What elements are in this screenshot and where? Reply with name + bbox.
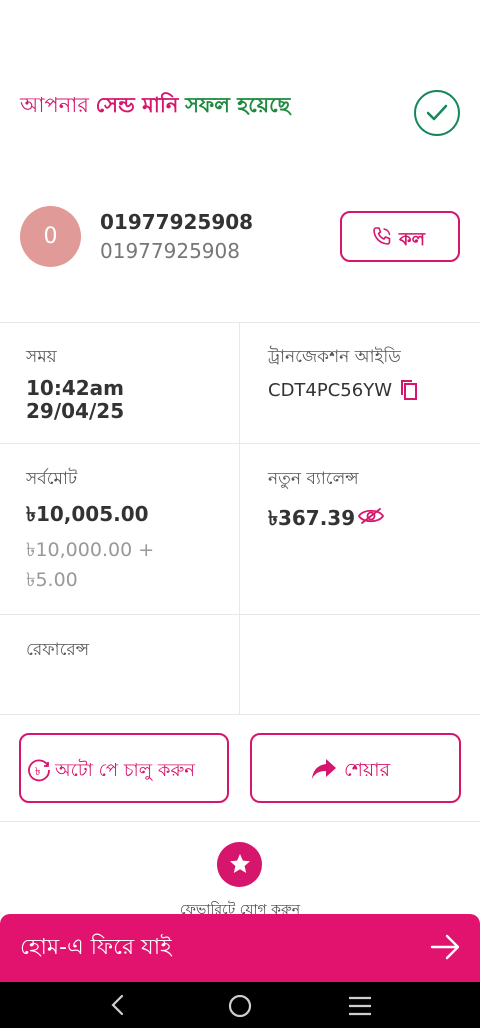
total-value: ৳10,005.00	[26, 502, 149, 526]
avatar: 0	[20, 206, 81, 267]
trx-id-value: CDT4PC56YW	[268, 380, 392, 401]
share-icon	[310, 757, 338, 785]
autopay-label: অটো পে চালু করুন	[55, 760, 196, 781]
time-value: 10:42am	[26, 376, 124, 400]
balance-value: ৳367.39	[268, 506, 356, 530]
arrow-right-icon	[430, 933, 460, 965]
divider	[0, 443, 480, 444]
recipient-contact: 0 01977925908 01977925908 কল	[20, 206, 460, 268]
call-button-label: কল	[399, 229, 426, 250]
call-button[interactable]: কল	[340, 211, 460, 262]
divider	[0, 714, 480, 715]
checkmark-circle-icon	[414, 90, 460, 136]
title-service: সেন্ড মানি	[95, 93, 179, 117]
balance-label: নতুন ব্যালেন্স	[268, 469, 359, 489]
star-icon[interactable]	[217, 842, 262, 887]
back-to-home-button[interactable]: হোম-এ ফিরে যাই	[0, 914, 480, 982]
total-label: সর্বমোট	[26, 469, 78, 489]
home-label: হোম-এ ফিরে যাই	[20, 935, 172, 960]
nav-menu-icon[interactable]	[347, 994, 373, 1022]
system-navigation-bar	[0, 982, 480, 1028]
autopay-button[interactable]: ৳ অটো পে চালু করুন	[19, 733, 229, 803]
divider	[0, 322, 480, 323]
phone-icon	[370, 225, 394, 254]
copy-icon[interactable]	[399, 378, 419, 402]
fee-value: ৳5.00	[26, 569, 78, 591]
title-status: সফল হয়েছে	[185, 93, 291, 117]
svg-text:৳: ৳	[35, 765, 40, 778]
title-prefix: আপনার	[20, 93, 96, 117]
recipient-number: 01977925908	[100, 239, 240, 263]
trx-id-label: ট্রানজেকশন আইডি	[268, 347, 401, 367]
favorite-label: ফেভারিটে যোগ করুন	[179, 902, 301, 914]
divider	[0, 614, 480, 615]
eye-off-icon[interactable]	[357, 506, 385, 526]
nav-home-icon[interactable]	[227, 994, 253, 1022]
reference-label: রেফারেন্স	[26, 640, 90, 660]
divider	[0, 821, 480, 822]
date-value: 29/04/25	[26, 399, 125, 423]
amount-value: ৳10,000.00 +	[26, 539, 155, 561]
share-label: শেয়ার	[344, 759, 391, 781]
share-button[interactable]: শেয়ার	[250, 733, 461, 803]
success-title: আপনার সেন্ড মানি সফল হয়েছে	[20, 90, 290, 120]
success-header: আপনার সেন্ড মানি সফল হয়েছে	[20, 90, 460, 140]
divider	[239, 322, 240, 714]
autopay-icon: ৳	[26, 757, 52, 787]
time-label: সময়	[26, 347, 57, 367]
nav-back-icon[interactable]	[108, 994, 128, 1020]
recipient-name: 01977925908	[100, 210, 254, 234]
